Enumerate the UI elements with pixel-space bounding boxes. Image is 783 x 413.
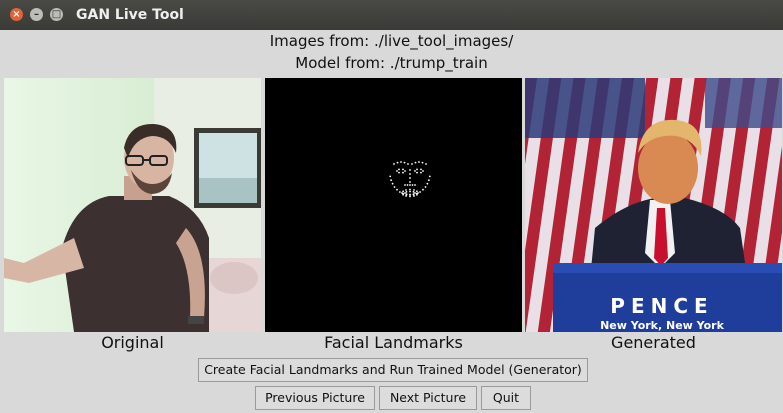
close-icon[interactable]: × bbox=[10, 8, 23, 21]
landmark-point bbox=[409, 177, 411, 179]
landmark-point bbox=[416, 193, 418, 196]
landmark-point bbox=[401, 192, 403, 194]
landmark-point bbox=[402, 171, 404, 174]
landmark-point bbox=[405, 191, 408, 193]
landmark-point bbox=[398, 171, 400, 174]
landmark-point bbox=[409, 195, 411, 198]
images-source-label: Images from: ./live_tool_images/ bbox=[269, 32, 514, 50]
run-model-button[interactable]: Create Facial Landmarks and Run Trained … bbox=[198, 358, 588, 382]
caption-facial-landmarks: Facial Landmarks bbox=[324, 333, 463, 352]
title-bar: × – □ GAN Live Tool bbox=[0, 0, 783, 30]
landmark-point bbox=[413, 189, 415, 191]
landmark-point bbox=[420, 171, 422, 174]
landmark-point bbox=[404, 192, 406, 194]
landmark-point bbox=[398, 168, 400, 171]
previous-picture-button[interactable]: Previous Picture bbox=[255, 386, 375, 410]
landmark-point bbox=[414, 161, 417, 164]
landmark-point bbox=[402, 190, 404, 193]
landmark-point bbox=[419, 191, 421, 193]
caption-original: Original bbox=[101, 333, 164, 352]
landmark-point bbox=[405, 195, 407, 197]
landmark-point bbox=[420, 168, 422, 171]
landmark-point bbox=[393, 163, 395, 165]
maximize-icon[interactable]: □ bbox=[50, 8, 63, 21]
landmark-point bbox=[393, 186, 396, 188]
podium-sign-line1: PENCE bbox=[610, 294, 713, 318]
landmark-point bbox=[406, 184, 409, 186]
minimize-icon[interactable]: – bbox=[30, 8, 43, 21]
landmark-point bbox=[414, 192, 416, 194]
landmark-point bbox=[409, 181, 411, 183]
landmark-point bbox=[409, 193, 411, 196]
landmark-point bbox=[404, 184, 406, 186]
landmark-point bbox=[409, 188, 411, 191]
landmark-point bbox=[416, 190, 418, 193]
landmark-point bbox=[413, 195, 415, 197]
caption-generated: Generated bbox=[611, 333, 696, 352]
landmark-point bbox=[428, 179, 430, 182]
landmark-point bbox=[422, 170, 424, 172]
landmark-point bbox=[409, 169, 411, 171]
landmark-point bbox=[403, 161, 406, 164]
landmark-point bbox=[416, 171, 418, 174]
landmark-point bbox=[402, 193, 404, 196]
landmark-point bbox=[414, 170, 416, 172]
quit-button[interactable]: Quit bbox=[481, 386, 531, 410]
landmark-point bbox=[391, 182, 394, 185]
landmark-point bbox=[396, 170, 398, 172]
generated-image: PENCE New York, New York bbox=[525, 78, 782, 332]
landmark-point bbox=[411, 163, 413, 165]
landmark-point bbox=[389, 175, 392, 178]
landmark-point bbox=[400, 161, 402, 163]
landmark-point bbox=[396, 188, 398, 191]
model-source-label: Model from: ./trump_train bbox=[295, 54, 488, 72]
landmark-point bbox=[405, 189, 407, 191]
landmark-point bbox=[409, 190, 411, 193]
podium-sign-line2: New York, New York bbox=[600, 319, 725, 332]
facial-landmarks-image bbox=[265, 78, 522, 332]
landmark-point bbox=[428, 175, 431, 178]
landmark-point bbox=[404, 170, 406, 172]
original-image bbox=[4, 78, 261, 332]
landmark-point bbox=[409, 184, 411, 186]
landmark-point bbox=[425, 163, 427, 165]
landmark-point bbox=[402, 168, 404, 171]
landmark-point bbox=[421, 161, 424, 164]
landmark-point bbox=[417, 192, 419, 194]
landmark-point bbox=[422, 188, 424, 191]
landmark-point bbox=[424, 186, 427, 188]
landmark-point bbox=[412, 191, 415, 193]
landmark-point bbox=[411, 184, 414, 186]
landmark-point bbox=[416, 168, 418, 171]
landmark-point bbox=[418, 161, 420, 163]
window-title: GAN Live Tool bbox=[76, 7, 184, 23]
landmark-point bbox=[399, 191, 401, 193]
landmark-point bbox=[412, 193, 415, 195]
landmark-point bbox=[414, 184, 416, 186]
landmark-point bbox=[407, 163, 409, 165]
next-picture-button[interactable]: Next Picture bbox=[379, 386, 477, 410]
landmark-point bbox=[396, 161, 399, 164]
landmark-point bbox=[390, 179, 392, 182]
landmark-point bbox=[409, 173, 411, 175]
landmark-point bbox=[405, 193, 408, 195]
landmark-point bbox=[426, 182, 429, 185]
